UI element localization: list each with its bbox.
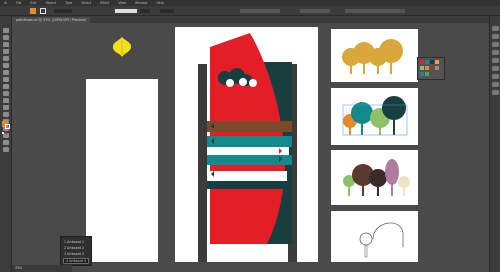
swatch-dark-teal[interactable] (430, 60, 434, 64)
stroke-color-swatch[interactable] (40, 8, 46, 14)
direct-selection-tool-icon[interactable] (3, 35, 9, 40)
artboard-1[interactable] (86, 79, 158, 262)
artboard-6[interactable] (331, 211, 418, 262)
signboard-artwork (198, 33, 297, 262)
magic-wand-tool-icon[interactable] (3, 42, 9, 47)
fill-color-swatch[interactable] (30, 8, 36, 14)
swatch-plum[interactable] (435, 66, 439, 70)
menu-file[interactable]: File (16, 1, 21, 5)
menu-edit[interactable]: Edit (30, 1, 36, 5)
style-field[interactable] (140, 9, 150, 13)
line-tool-icon[interactable] (3, 63, 9, 68)
mustard-trees-artwork (342, 39, 403, 74)
zoom-level[interactable]: 33% (15, 266, 22, 270)
swatch-green[interactable] (420, 66, 424, 70)
rotate-tool-icon[interactable] (3, 91, 9, 96)
gradient-mode-icon[interactable] (5, 132, 7, 134)
color-mode-icon[interactable] (2, 132, 4, 134)
swatch-teal[interactable] (425, 60, 429, 64)
outline-trees-artwork (359, 222, 404, 258)
transparency-panel-icon[interactable] (492, 74, 499, 79)
type-tool-icon[interactable] (3, 56, 9, 61)
tools-panel (0, 16, 12, 272)
pen-tool-icon[interactable] (3, 49, 9, 54)
pencil-tool-icon[interactable] (3, 84, 9, 89)
artboard-4[interactable] (331, 88, 418, 145)
menu-window[interactable]: Window (135, 1, 148, 5)
swatch-red[interactable] (420, 60, 424, 64)
menu-effect[interactable]: Effect (100, 1, 109, 5)
control-bar (0, 6, 500, 16)
pathfinder-controls[interactable] (345, 9, 405, 13)
swatch-blue[interactable] (420, 72, 424, 76)
swatch-leaf-green[interactable] (425, 72, 429, 76)
artboard-menu-item-selected[interactable]: 4 Artboard 4 (63, 258, 90, 264)
menu-object[interactable]: Object (46, 1, 56, 5)
symbols-panel-icon[interactable] (492, 50, 499, 55)
document-tab-bar: pathfinder.ai @ 33% (CMYK/GPU Preview) (12, 16, 500, 23)
warp-tool-icon[interactable] (3, 105, 9, 110)
zoom-tool-icon[interactable] (3, 147, 9, 152)
artboard-5[interactable] (331, 150, 418, 205)
teal-stripe-1 (207, 136, 292, 147)
hand-tool-icon[interactable] (3, 140, 9, 145)
leaf-icon[interactable] (110, 36, 134, 58)
swatch-orange[interactable] (425, 66, 429, 70)
gradient-panel-icon[interactable] (492, 66, 499, 71)
teal-trees-artwork (342, 96, 408, 136)
appearance-panel-icon[interactable] (492, 82, 499, 87)
menu-select[interactable]: Select (81, 1, 91, 5)
free-transform-tool-icon[interactable] (3, 112, 9, 117)
scale-tool-icon[interactable] (3, 98, 9, 103)
stroke-weight-field[interactable] (54, 9, 72, 13)
document-tab[interactable]: pathfinder.ai @ 33% (CMYK/GPU Preview) (12, 17, 91, 23)
swatches-panel-icon[interactable] (492, 34, 499, 39)
left-post (198, 64, 207, 262)
opacity-field[interactable] (160, 9, 174, 13)
transform-controls[interactable] (300, 9, 330, 13)
stroke-swatch[interactable] (5, 124, 10, 129)
brushes-panel-icon[interactable] (492, 42, 499, 47)
status-bar: 33% (12, 265, 72, 272)
artboard-menu-item[interactable]: 1 Artboard 1 (64, 240, 84, 244)
artboard-menu-item[interactable]: 2 Artboard 2 (64, 246, 84, 250)
color-panel-icon[interactable] (492, 26, 499, 31)
paintbrush-tool-icon[interactable] (3, 77, 9, 82)
artboard-menu-item[interactable]: 3 Artboard 3 (64, 252, 84, 256)
panel-dock (489, 16, 500, 272)
artboard-3[interactable] (331, 29, 418, 82)
selection-tool-icon[interactable] (3, 28, 9, 33)
swatch-mustard[interactable] (435, 60, 439, 64)
swatches-panel (417, 57, 445, 80)
layers-panel-icon[interactable] (492, 90, 499, 95)
rectangle-tool-icon[interactable] (3, 70, 9, 75)
brown-trees-artwork (343, 159, 410, 196)
align-controls[interactable] (240, 9, 280, 13)
menu-type[interactable]: Type (65, 1, 72, 5)
menu-help[interactable]: Help (157, 1, 164, 5)
stroke-panel-icon[interactable] (492, 58, 499, 63)
menu-view[interactable]: View (118, 1, 126, 5)
brush-definition-field[interactable] (115, 9, 137, 13)
menu-ai[interactable]: Ai (4, 1, 7, 5)
artboard-2[interactable] (175, 27, 318, 262)
brown-stripe (207, 121, 292, 132)
artboard-navigation-menu: 1 Artboard 1 2 Artboard 2 3 Artboard 3 4… (60, 236, 92, 266)
swatch-brown[interactable] (430, 66, 434, 70)
